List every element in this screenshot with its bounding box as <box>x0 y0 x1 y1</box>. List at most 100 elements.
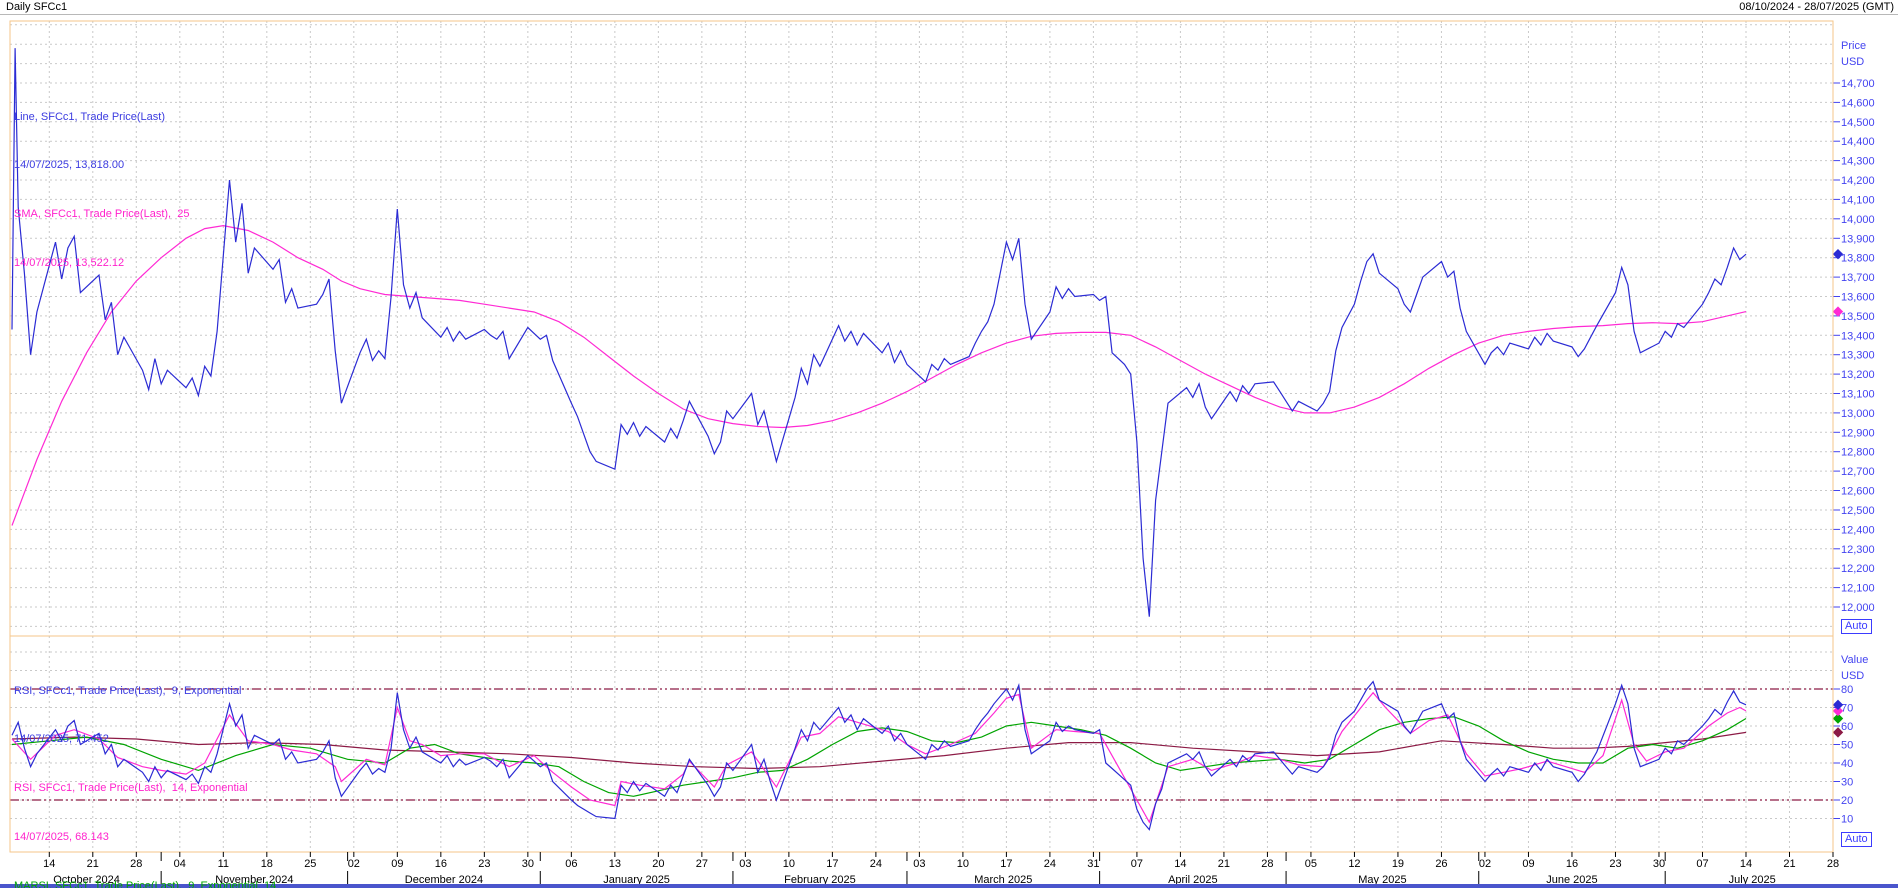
price-tick-label: 13,800 <box>1841 253 1875 265</box>
chart-plot-svg[interactable]: 12,000 12,100 12,200 12,300 12,400 12,500 12,6… <box>0 0 1898 888</box>
day-tick-label: 28 <box>1261 858 1273 870</box>
day-tick-label: 10 <box>783 858 795 870</box>
price-tick-label: 13,900 <box>1841 233 1875 245</box>
day-tick-label: 23 <box>478 858 490 870</box>
price-tick-label: 12,600 <box>1841 486 1875 498</box>
day-tick-label: 24 <box>870 858 882 870</box>
price-tick-label: 14,600 <box>1841 97 1875 109</box>
price-tick-label: 13,600 <box>1841 292 1875 304</box>
day-tick-label: 24 <box>1044 858 1056 870</box>
value-axis-title-line2: USD <box>1841 668 1868 684</box>
day-tick-label: 25 <box>304 858 316 870</box>
day-tick-label: 02 <box>348 858 360 870</box>
day-tick-label: 21 <box>1783 858 1795 870</box>
price-tick-label: 12,200 <box>1841 563 1875 575</box>
price-tick-label: 13,200 <box>1841 369 1875 381</box>
day-tick-label: 14 <box>1174 858 1186 870</box>
legend-sma-series-label: SMA, SFCc1, Trade Price(Last), 25 <box>14 206 189 222</box>
price-tick-label: 14,100 <box>1841 194 1875 206</box>
day-tick-label: 13 <box>609 858 621 870</box>
day-tick-label: 16 <box>435 858 447 870</box>
legend-marsi9-label: MARSI, SFCc1, Trade Price(Last), 9, Expo… <box>14 878 282 888</box>
price-tick-label: 13,100 <box>1841 389 1875 401</box>
day-tick-label: 17 <box>826 858 838 870</box>
day-tick-label: 09 <box>1522 858 1534 870</box>
day-tick-label: 09 <box>391 858 403 870</box>
price-tick-label: 12,500 <box>1841 505 1875 517</box>
price-tick-label: 12,700 <box>1841 466 1875 478</box>
day-tick-label: 07 <box>1696 858 1708 870</box>
day-tick-label: 21 <box>1218 858 1230 870</box>
value-axis-title-line1: Value <box>1841 652 1868 668</box>
day-tick-label: 03 <box>739 858 751 870</box>
day-tick-label: 07 <box>1131 858 1143 870</box>
day-tick-label: 30 <box>522 858 534 870</box>
day-tick-label: 14 <box>1740 858 1752 870</box>
day-tick-label: 23 <box>1609 858 1621 870</box>
price-tick-label: 14,400 <box>1841 136 1875 148</box>
price-tick-label: 13,700 <box>1841 272 1875 284</box>
gridlines <box>10 21 1833 852</box>
day-tick-label: 17 <box>1000 858 1012 870</box>
price-axis-title-line2: USD <box>1841 54 1866 70</box>
price-tick-label: 12,100 <box>1841 583 1875 595</box>
price-axis-auto-button[interactable]: Auto <box>1841 619 1872 634</box>
day-tick-label: 28 <box>1827 858 1839 870</box>
day-tick-label: 03 <box>913 858 925 870</box>
day-tick-label: 06 <box>565 858 577 870</box>
value-tick-label: 80 <box>1841 684 1853 696</box>
value-axis-title: Value USD <box>1841 652 1868 684</box>
day-tick-label: 27 <box>696 858 708 870</box>
date-axis: 142128October 202404111825November 20240… <box>43 852 1839 886</box>
day-tick-label: 20 <box>652 858 664 870</box>
price-tick-label: 14,200 <box>1841 175 1875 187</box>
price-axis-title: Price USD <box>1841 38 1866 70</box>
window-bottom-border <box>0 884 1898 888</box>
price-tick-label: 14,700 <box>1841 78 1875 90</box>
legend-rsi14-value: 14/07/2025, 68.143 <box>14 829 282 845</box>
price-tick-label: 13,500 <box>1841 311 1875 323</box>
trade-price-last-series-line <box>12 48 1746 617</box>
day-tick-label: 30 <box>1653 858 1665 870</box>
price-tick-label: 12,000 <box>1841 602 1875 614</box>
value-tick-label: 60 <box>1841 721 1853 733</box>
chart-title: Daily SFCc1 <box>6 1 67 13</box>
price-axis-title-line1: Price <box>1841 38 1866 54</box>
chart-header: Daily SFCc1 08/10/2024 - 28/07/2025 (GMT… <box>0 0 1898 15</box>
price-tick-label: 13,300 <box>1841 350 1875 362</box>
day-tick-label: 10 <box>957 858 969 870</box>
value-tick-label: 10 <box>1841 814 1853 826</box>
value-tick-label: 40 <box>1841 758 1853 770</box>
price-tick-label: 12,400 <box>1841 524 1875 536</box>
chart-window: Daily SFCc1 08/10/2024 - 28/07/2025 (GMT… <box>0 0 1898 888</box>
value-tick-label: 50 <box>1841 740 1853 752</box>
legend-rsi9-label: RSI, SFCc1, Trade Price(Last), 9, Expone… <box>14 683 282 699</box>
legend-sma-series-value: 14/07/2025, 13,522.12 <box>14 255 189 271</box>
day-tick-label: 16 <box>1566 858 1578 870</box>
day-tick-label: 12 <box>1348 858 1360 870</box>
price-tick-label: 13,400 <box>1841 330 1875 342</box>
rsi-pane-legend: RSI, SFCc1, Trade Price(Last), 9, Expone… <box>14 650 282 888</box>
day-tick-label: 19 <box>1392 858 1404 870</box>
price-tick-label: 14,300 <box>1841 156 1875 168</box>
value-tick-label: 30 <box>1841 777 1853 789</box>
price-tick-label: 12,800 <box>1841 447 1875 459</box>
day-tick-label: 05 <box>1305 858 1317 870</box>
day-tick-label: 02 <box>1479 858 1491 870</box>
day-tick-label: 31 <box>1087 858 1099 870</box>
sma-25-series-line <box>12 226 1746 526</box>
value-tick-label: 70 <box>1841 703 1853 715</box>
value-tick-label: 20 <box>1841 795 1853 807</box>
price-tick-label: 13,000 <box>1841 408 1875 420</box>
price-tick-label: 14,000 <box>1841 214 1875 226</box>
value-axis-auto-button[interactable]: Auto <box>1841 832 1872 847</box>
date-range-label: 08/10/2024 - 28/07/2025 (GMT) <box>1739 1 1894 13</box>
legend-rsi14-label: RSI, SFCc1, Trade Price(Last), 14, Expon… <box>14 780 282 796</box>
price-pane-legend: Line, SFCc1, Trade Price(Last) 14/07/202… <box>14 76 189 304</box>
price-tick-label: 12,900 <box>1841 427 1875 439</box>
legend-line-series-label: Line, SFCc1, Trade Price(Last) <box>14 109 189 125</box>
legend-line-series-value: 14/07/2025, 13,818.00 <box>14 157 189 173</box>
price-tick-label: 12,300 <box>1841 544 1875 556</box>
day-tick-label: 26 <box>1435 858 1447 870</box>
legend-rsi9-value: 14/07/2025, 71.452 <box>14 731 282 747</box>
